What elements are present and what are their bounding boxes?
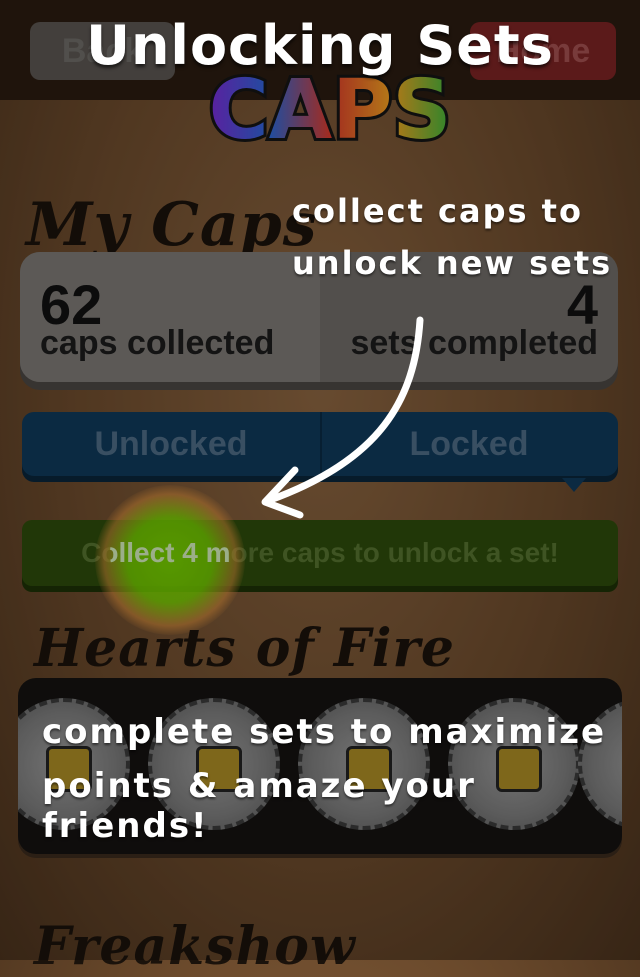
- selected-tab-indicator: [562, 478, 586, 492]
- set-title-hearts-of-fire: Hearts of Fire: [34, 618, 456, 679]
- hint-bottom-line1: complete sets to maximize: [42, 712, 607, 752]
- tutorial-arrow-icon: [261, 316, 424, 519]
- my-caps-title: My Caps: [26, 190, 318, 260]
- hint-bottom-line2: points & amaze your friends!: [42, 766, 476, 846]
- tutorial-title: Unlocking Sets: [86, 14, 554, 77]
- logo-text: CAPS: [209, 63, 452, 158]
- hint-top-line2: unlock new sets: [292, 244, 613, 282]
- set-title-freakshow: Freakshow: [34, 916, 356, 977]
- hint-top-line1: collect caps to: [292, 192, 583, 230]
